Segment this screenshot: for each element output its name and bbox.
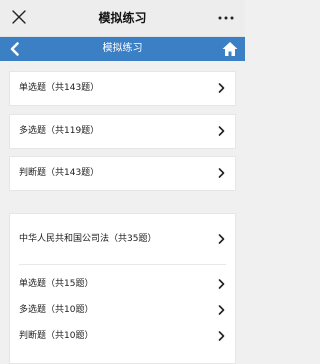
practice-item-multiple-choice[interactable]: 多选题（共119题）	[10, 115, 235, 148]
practice-card-single[interactable]: 单选题（共143题）	[9, 71, 236, 106]
practice-item-single-choice[interactable]: 单选题（共143题）	[10, 72, 235, 105]
law-section-card: 中华人民共和国公司法（共35题） 单选题（共15题） 多选题（共10题） 判断题…	[9, 213, 236, 364]
practice-card-judge[interactable]: 判断题（共143题）	[9, 156, 236, 191]
practice-item-label: 单选题（共143题）	[19, 83, 100, 93]
practice-item-label: 多选题（共119题）	[19, 126, 100, 136]
window-title: 模拟练习	[98, 11, 147, 25]
chevron-right-icon	[218, 83, 225, 93]
law-item-single-choice[interactable]: 单选题（共15题）	[10, 271, 235, 297]
law-section-title: 中华人民共和国公司法（共35题）	[19, 234, 157, 244]
practice-item-label: 判断题（共143题）	[19, 168, 100, 178]
nav-title: 模拟练习	[102, 43, 143, 54]
chevron-right-icon	[218, 126, 225, 136]
law-item-label: 判断题（共10题）	[19, 331, 94, 341]
chevron-right-icon	[218, 168, 225, 178]
law-item-label: 多选题（共10题）	[19, 305, 94, 315]
chevron-right-icon	[218, 234, 225, 244]
law-item-true-false[interactable]: 判断题（共10题）	[10, 323, 235, 349]
law-section-header[interactable]: 中华人民共和国公司法（共35题）	[10, 214, 235, 264]
window-title-bar: 模拟练习	[0, 0, 245, 37]
practice-item-true-false[interactable]: 判断题（共143题）	[10, 157, 235, 190]
app-navbar: 模拟练习	[0, 37, 245, 61]
chevron-right-icon	[218, 331, 225, 341]
law-item-label: 单选题（共15题）	[19, 279, 94, 289]
more-icon[interactable]	[218, 16, 234, 20]
law-item-multiple-choice[interactable]: 多选题（共10题）	[10, 297, 235, 323]
chevron-right-icon	[218, 305, 225, 315]
home-icon[interactable]	[221, 40, 239, 58]
content-area: 单选题（共143题） 多选题（共119题） 判断题（共143题） 中华人民共和国…	[0, 61, 245, 364]
practice-card-multi[interactable]: 多选题（共119题）	[9, 114, 236, 149]
chevron-right-icon	[218, 279, 225, 289]
